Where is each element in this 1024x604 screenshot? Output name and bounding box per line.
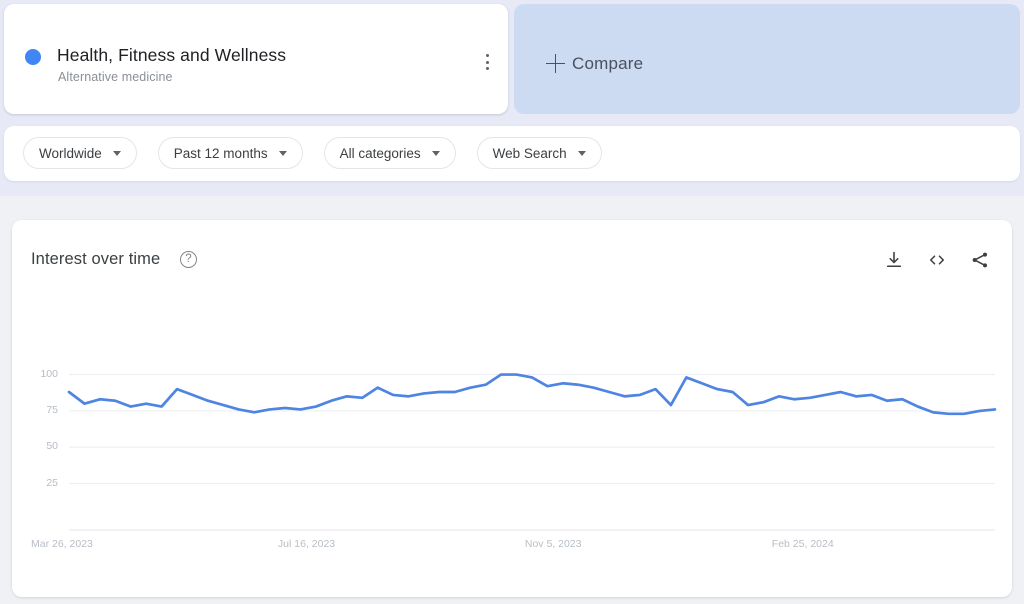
search-term-title: Health, Fitness and Wellness <box>57 45 287 65</box>
filter-chip-category[interactable]: All categories <box>323 137 456 169</box>
filter-chip-group: Worldwide Past 12 months All categories … <box>23 137 602 169</box>
chart-svg <box>67 373 997 531</box>
chart-y-tick-label: 50 <box>46 440 58 453</box>
filter-chip-location[interactable]: Worldwide <box>23 137 137 169</box>
interest-over-time-card: Interest over time ? 25 50 75 100 Mar 26… <box>12 220 1012 597</box>
chart-y-tick-label: 25 <box>46 476 58 489</box>
filter-chip-category-label: All categories <box>339 145 421 161</box>
interest-over-time-chart[interactable]: 25 50 75 100 Mar 26, 2023 Jul 16, 2023 Nov 5, … <box>12 220 1012 597</box>
add-comparison-button[interactable]: Compare <box>514 4 1020 114</box>
chevron-down-icon <box>112 150 121 156</box>
chart-x-tick-label: Nov 5, 2023 <box>524 538 582 550</box>
filter-chip-search-type[interactable]: Web Search <box>476 137 602 169</box>
chevron-down-icon <box>278 150 287 156</box>
chevron-down-icon <box>577 150 586 156</box>
filter-chip-time-range[interactable]: Past 12 months <box>157 137 303 169</box>
search-term-subtitle: Alternative medicine <box>58 70 173 84</box>
filter-bar: Worldwide Past 12 months All categories … <box>4 126 1020 181</box>
plus-icon <box>546 54 565 73</box>
chart-x-tick-label: Feb 25, 2024 <box>771 538 834 550</box>
chart-x-tick-label: Mar 26, 2023 <box>31 538 93 550</box>
filter-chip-search-type-label: Web Search <box>492 145 567 161</box>
filter-chip-location-label: Worldwide <box>39 145 102 161</box>
chart-y-tick-label: 75 <box>46 403 58 416</box>
chevron-down-icon <box>431 150 440 156</box>
chart-y-tick-label: 100 <box>40 367 58 380</box>
more-vert-icon[interactable] <box>477 52 497 72</box>
series-color-dot <box>25 49 41 65</box>
google-trends-page: Health, Fitness and Wellness Alternative… <box>0 0 1024 604</box>
search-term-card[interactable]: Health, Fitness and Wellness Alternative… <box>4 4 508 114</box>
chart-x-tick-label: Jul 16, 2023 <box>277 538 336 550</box>
compare-label: Compare <box>572 54 644 73</box>
chart-series-line <box>67 373 997 416</box>
filter-chip-time-range-label: Past 12 months <box>173 145 268 161</box>
